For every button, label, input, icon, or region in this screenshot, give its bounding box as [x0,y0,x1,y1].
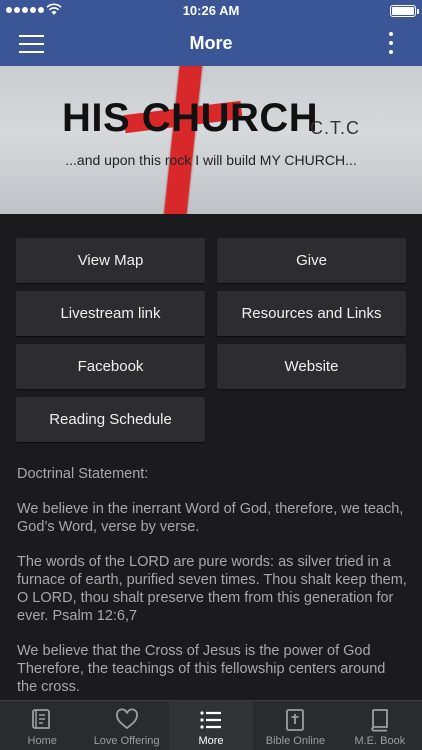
tab-label: More [198,735,224,747]
bible-icon [286,709,305,731]
list-icon [200,711,222,729]
status-bar: 10:26 AM [0,0,422,22]
statement-paragraph: We believe that the Cross of Jesus is th… [17,643,386,695]
book-closed-icon [371,709,388,732]
heart-icon [115,708,138,730]
banner-tagline: ...and upon this rock I will build MY CH… [65,152,357,168]
give-button[interactable]: Give [217,238,406,283]
statement-heading: Doctrinal Statement: [17,466,149,482]
church-banner: HIS CHURCH C.T.C ...and upon this rock I… [0,66,422,214]
tab-label: Love Offering [93,735,160,747]
reading-schedule-button[interactable]: Reading Schedule [16,397,205,442]
website-button[interactable]: Website [217,344,406,389]
resources-and-links-button[interactable]: Resources and Links [217,291,406,336]
statement-paragraph: We believe in the inerrant Word of God, … [17,501,404,535]
tab-label: Bible Online [265,735,326,747]
tab-bar: Home Love Offering More Bible Online M.E… [0,700,422,750]
page-title: More [189,33,233,53]
nav-bar: More [0,22,422,66]
banner-headline: HIS CHURCH [62,96,319,140]
banner-suffix: C.T.C [310,118,360,138]
tab-love-offering[interactable]: Love Offering [84,701,168,750]
view-map-button[interactable]: View Map [16,238,205,283]
tab-home[interactable]: Home [0,701,84,750]
status-time: 10:26 AM [182,3,240,18]
facebook-button[interactable]: Facebook [16,344,205,389]
tab-label: Home [27,735,57,747]
tab-label: M.E. Book [354,735,406,747]
livestream-link-button[interactable]: Livestream link [16,291,205,336]
battery-icon [390,5,419,17]
tab-me-book[interactable]: M.E. Book [338,701,422,750]
doctrinal-statement: Doctrinal Statement: We believe in the i… [17,465,409,713]
statement-paragraph: The words of the LORD are pure words: as… [17,554,407,624]
tab-bible-online[interactable]: Bible Online [253,701,337,750]
tab-more[interactable]: More [168,701,254,750]
book-icon [32,709,51,729]
more-options-icon[interactable] [388,32,394,56]
